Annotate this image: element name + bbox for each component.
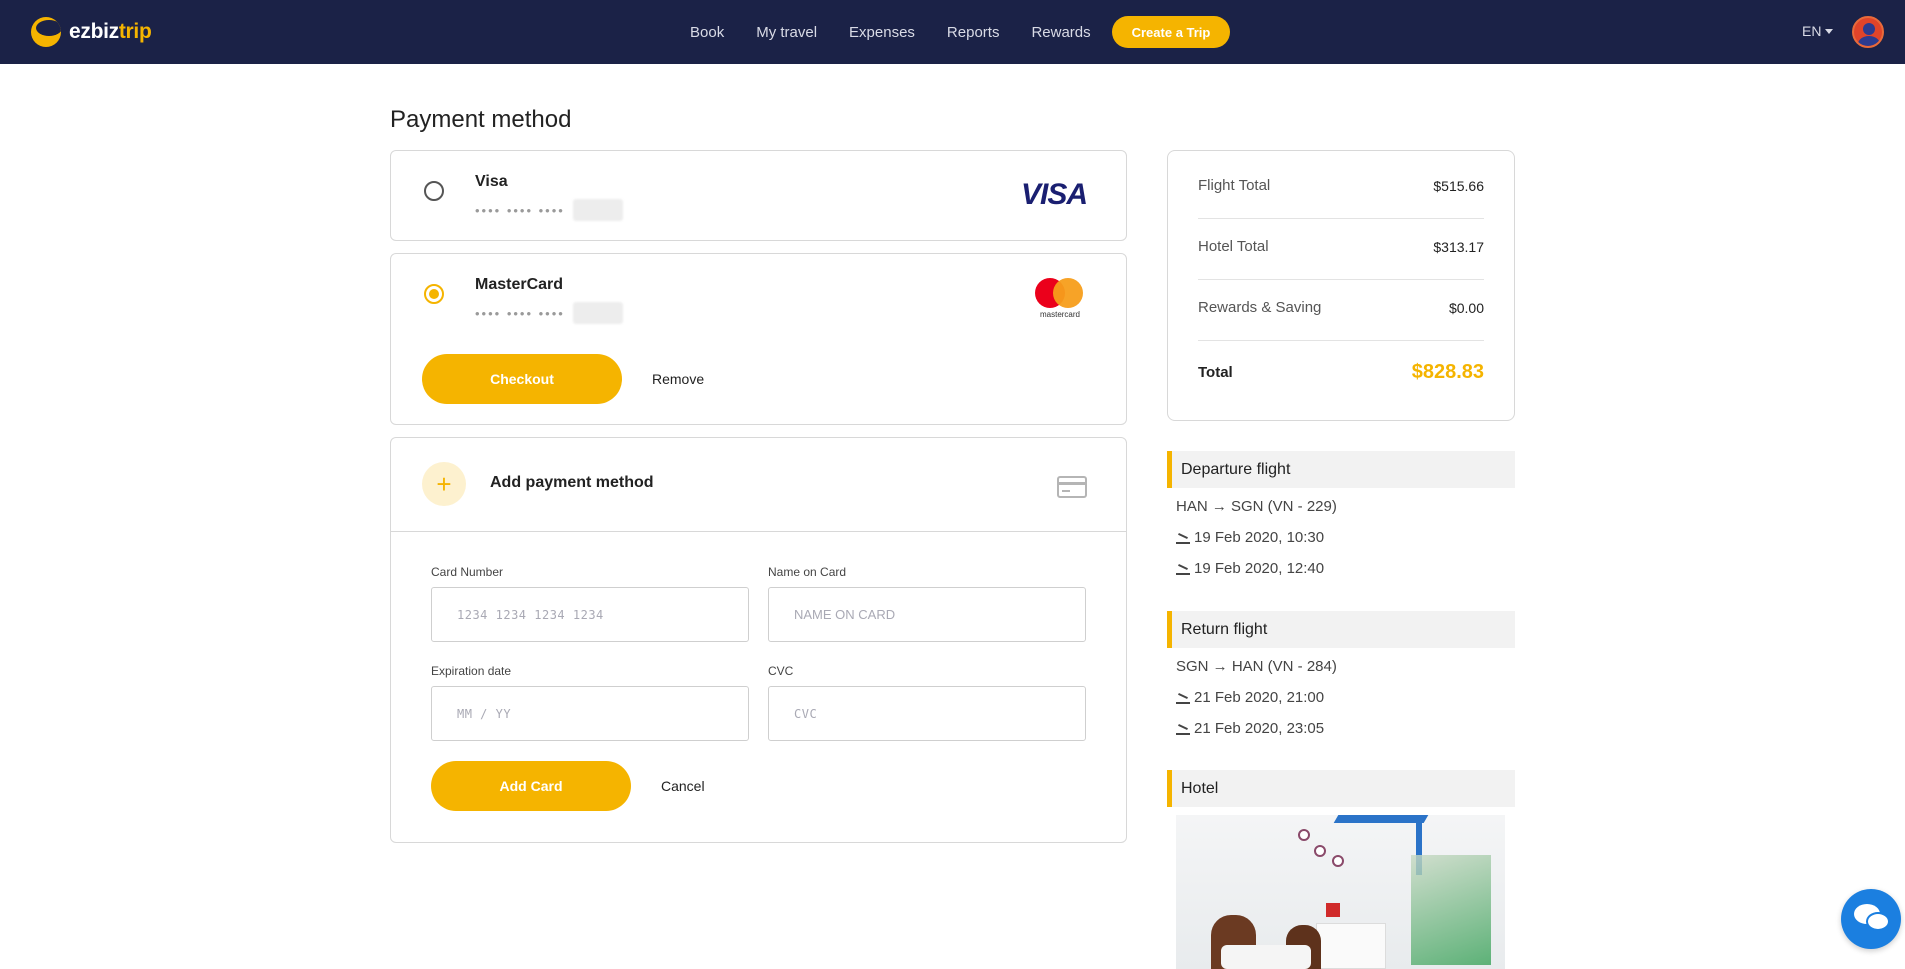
visa-radio[interactable] [424,181,444,201]
nav-reports[interactable]: Reports [947,24,1000,41]
hotel-header: Hotel [1167,770,1515,807]
hotel-total-row: Hotel Total $313.17 [1198,238,1484,255]
nav-expenses[interactable]: Expenses [849,24,915,41]
checkout-button[interactable]: Checkout [422,354,622,404]
plane-landing-icon [1176,723,1190,735]
card-number-masked: •••• •••• •••• [475,199,623,221]
chevron-down-icon [1825,28,1834,34]
credit-card-icon [1057,476,1087,498]
plane-landing-icon [1176,563,1190,575]
page-title: Payment method [390,106,572,133]
plane-takeoff-icon [1176,692,1190,704]
remove-card-button[interactable]: Remove [652,371,704,387]
price-summary: Flight Total $515.66 Hotel Total $313.17… [1167,150,1515,421]
name-on-card-label: Name on Card [768,565,847,579]
add-payment-panel: + Add payment method Card Number Name on… [390,437,1127,843]
plus-icon[interactable]: + [422,462,466,506]
plane-takeoff-icon [1176,532,1190,544]
departure-takeoff: 19 Feb 2020, 10:30 [1176,529,1324,546]
return-flight-header: Return flight [1167,611,1515,648]
total-amount: $828.83 [1411,361,1484,383]
departure-route: HAN → SGN (VN - 229) [1176,498,1337,515]
logo-icon [31,17,61,47]
top-navbar: ezbiztrip Book My travel Expenses Report… [0,0,1905,64]
saved-card-mastercard[interactable]: MasterCard •••• •••• •••• mastercard Che… [390,253,1127,425]
cvc-label: CVC [768,664,794,678]
add-payment-title: Add payment method [490,474,654,491]
visa-logo-icon: VISA [1020,178,1088,211]
chat-support-button[interactable] [1841,889,1901,949]
return-route: SGN → HAN (VN - 284) [1176,658,1337,675]
nav-rewards[interactable]: Rewards [1031,24,1090,41]
cvc-input[interactable] [768,686,1086,741]
expiration-input[interactable] [431,686,749,741]
brand-logo[interactable]: ezbiztrip [31,17,152,47]
name-on-card-input[interactable] [768,587,1086,642]
cancel-button[interactable]: Cancel [661,778,705,794]
return-takeoff: 21 Feb 2020, 21:00 [1176,689,1324,706]
nav-book[interactable]: Book [690,24,724,41]
add-payment-header[interactable]: + Add payment method [391,438,1126,532]
card-number-label: Card Number [431,565,504,579]
expiration-label: Expiration date [431,664,512,678]
card-number-input[interactable] [431,587,749,642]
return-landing: 21 Feb 2020, 23:05 [1176,720,1324,737]
nav-links: Book My travel Expenses Reports Rewards [690,0,1123,64]
saved-card-visa[interactable]: Visa •••• •••• •••• VISA [390,150,1127,241]
card-name: MasterCard [475,276,564,293]
language-label: EN [1802,23,1822,39]
total-row: Total $828.83 [1198,361,1484,383]
mastercard-logo-icon: mastercard [1033,278,1087,322]
card-last-digits-hidden [572,302,623,324]
nav-my-travel[interactable]: My travel [756,24,817,41]
card-last-digits-hidden [572,199,623,221]
language-selector[interactable]: EN [1802,23,1834,39]
brand-name: ezbiztrip [69,20,152,43]
hotel-photo[interactable] [1176,815,1505,969]
rewards-row: Rewards & Saving $0.00 [1198,299,1484,316]
card-number-masked: •••• •••• •••• [475,302,623,324]
add-card-button[interactable]: Add Card [431,761,631,811]
mastercard-radio[interactable] [424,284,444,304]
create-trip-button[interactable]: Create a Trip [1112,16,1230,48]
user-avatar[interactable] [1852,16,1884,48]
departure-flight-header: Departure flight [1167,451,1515,488]
card-name: Visa [475,173,508,190]
flight-total-row: Flight Total $515.66 [1198,177,1484,194]
departure-landing: 19 Feb 2020, 12:40 [1176,560,1324,577]
